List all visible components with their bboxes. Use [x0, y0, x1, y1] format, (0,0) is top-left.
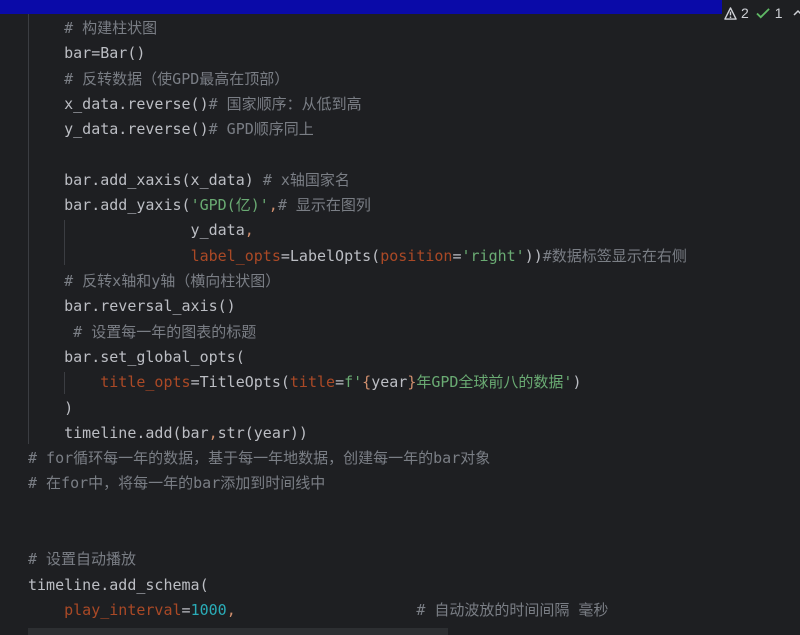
code-token: # 设置每一年的图表的标题 [73, 322, 257, 341]
code-token: , [244, 221, 254, 240]
code-line[interactable]: bar.add_yaxis('GPD(亿)',# 显示在图列 [28, 193, 371, 218]
chevron-up-icon[interactable] [793, 8, 800, 18]
code-token: { [362, 373, 372, 392]
code-token: f' [344, 373, 363, 392]
code-line[interactable]: timeline.add(bar,str(year)) [28, 421, 308, 446]
code-line[interactable]: # 反转x轴和y轴（横向柱状图） [28, 269, 280, 294]
code-line[interactable]: timeline.add_schema( [28, 573, 209, 598]
code-token: = [452, 246, 462, 265]
code-line[interactable]: # 在for中，将每一年的bar添加到时间线中 [28, 471, 325, 496]
code-token: timeline.add_schema( [28, 575, 209, 594]
code-token: # x轴国家名 [262, 170, 350, 189]
code-token: # 反转数据（使GPD最高在顶部） [64, 69, 290, 88]
code-token: year [371, 373, 408, 392]
code-token: 1000 [190, 600, 227, 619]
code-line[interactable]: x_data.reverse()# 国家顺序：从低到高 [28, 92, 362, 117]
code-token: y_data [28, 221, 245, 240]
code-token: # 显示在图列 [277, 196, 371, 215]
warning-icon [724, 6, 737, 20]
code-token: # GPD顺序同上 [208, 120, 314, 139]
code-token: # for循环每一年的数据，基于每一年地数据，创建每一年的bar对象 [28, 449, 491, 468]
code-token: label_opts [190, 246, 281, 265]
code-line[interactable]: title_opts=TitleOpts(title=f'{year}年GPD全… [28, 370, 582, 395]
code-line[interactable]: bar=Bar() [28, 41, 145, 66]
code-line[interactable]: y_data, [28, 218, 254, 243]
code-token: =LabelOpts( [280, 246, 381, 265]
code-line[interactable]: # for循环每一年的数据，基于每一年地数据，创建每一年的bar对象 [28, 446, 490, 471]
code-token: ) [28, 398, 74, 417]
code-token: title [289, 373, 336, 392]
code-line[interactable]: bar.set_global_opts( [28, 345, 245, 370]
code-token: bar.set_global_opts( [28, 347, 245, 366]
code-line[interactable]: # 反转数据（使GPD最高在顶部） [28, 67, 289, 92]
top-accent-bar [0, 0, 722, 14]
code-token: position [380, 246, 453, 265]
code-token: = [335, 373, 345, 392]
code-token: 年GPD全球前八的数据' [416, 373, 573, 392]
code-token: #数据标签显示在右侧 [542, 246, 687, 265]
code-token: x_data.reverse() [28, 94, 209, 113]
code-token: timeline.add(bar [28, 423, 209, 442]
code-token: # 反转x轴和y轴（横向柱状图） [64, 272, 281, 290]
code-line[interactable]: # 构建柱状图 [28, 16, 157, 41]
code-token: bar.add_yaxis( [28, 196, 191, 215]
code-token: )) [524, 246, 543, 265]
partially-visible-line [28, 628, 448, 635]
code-line[interactable]: play_interval=1000, # 自动波放的时间间隔 毫秒 [28, 598, 608, 623]
code-token: bar=Bar() [28, 44, 146, 63]
code-token: bar.add_xaxis(x_data) [28, 170, 263, 189]
code-token: =TitleOpts( [190, 373, 290, 392]
code-token: } [407, 373, 417, 392]
check-icon [756, 7, 770, 19]
code-token: # 国家顺序：从低到高 [208, 94, 362, 113]
code-editor[interactable]: 2 1 # 构建柱状图 bar=Bar() # 反转数据（使GPD最高在顶部） … [0, 0, 800, 635]
code-token: # 设置自动播放 [28, 550, 137, 569]
code-token: # 构建柱状图 [64, 19, 158, 37]
code-token: , [226, 600, 236, 619]
code-line[interactable]: ) [28, 396, 73, 421]
code-token: 'GPD(亿)' [190, 196, 269, 215]
code-token: = [181, 600, 191, 619]
code-token: play_interval [64, 600, 182, 619]
code-line[interactable]: # 设置每一年的图表的标题 [28, 320, 256, 345]
code-line[interactable]: # 设置自动播放 [28, 547, 136, 572]
code-token: title_opts [100, 373, 191, 392]
ok-count: 1 [774, 5, 783, 21]
code-token: y_data.reverse() [28, 120, 209, 139]
code-token: 'right' [461, 246, 525, 265]
code-token: str(year)) [217, 423, 308, 442]
warning-count: 2 [741, 5, 749, 21]
code-token: bar.reversal_axis() [28, 297, 236, 316]
code-line[interactable]: y_data.reverse()# GPD顺序同上 [28, 117, 314, 142]
code-line[interactable]: bar.reversal_axis() [28, 294, 236, 319]
code-token: , [268, 196, 278, 215]
code-token: , [208, 423, 218, 442]
code-token: # 自动波放的时间间隔 毫秒 [416, 600, 609, 619]
code-token: ) [572, 373, 582, 392]
code-line[interactable]: bar.add_xaxis(x_data) # x轴国家名 [28, 168, 350, 193]
code-line[interactable]: label_opts=LabelOpts(position='right'))#… [28, 244, 687, 269]
code-token: # 在for中，将每一年的bar添加到时间线中 [28, 474, 326, 493]
inspection-widget[interactable]: 2 1 [724, 3, 800, 23]
